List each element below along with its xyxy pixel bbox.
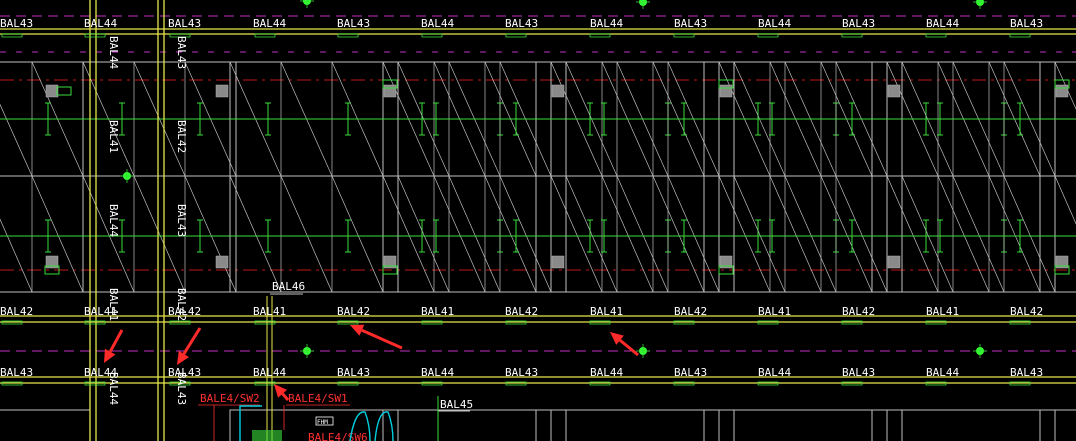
beam-label-middle: BAL41 <box>421 305 454 318</box>
beam-label-top: BAL43 <box>0 17 33 30</box>
cad-drawing-canvas[interactable]: BAL43 BAL44 BAL43 BAL44 BAL43 BAL44 BAL43 BAL44… <box>0 0 1076 441</box>
beam-label-vertical: BAL44 <box>107 204 120 237</box>
beam-label-bottom: BAL44 <box>253 366 286 379</box>
red-callout-sw6: BALE4/SW6 <box>308 431 368 441</box>
column-marker <box>551 84 565 98</box>
column-marker <box>45 84 59 98</box>
beam-label-top: BAL43 <box>505 17 538 30</box>
beam-label-bottom: BAL44 <box>590 366 623 379</box>
beam-label-bottom: BAL44 <box>926 366 959 379</box>
hatched-block <box>252 430 282 441</box>
beam-label-bottom: BAL44 <box>421 366 454 379</box>
beam-label-bottom: BAL43 <box>842 366 875 379</box>
beam-label-vertical: BAL44 <box>107 36 120 69</box>
column-marker <box>215 84 229 98</box>
beam-label-middle: BAL41 <box>590 305 623 318</box>
column-marker <box>1055 84 1069 98</box>
beam-label-top: BAL44 <box>590 17 623 30</box>
beam-label-middle: BAL42 <box>842 305 875 318</box>
beam-label-bottom: BAL43 <box>0 366 33 379</box>
beam-label-vertical: BAL42 <box>175 288 188 321</box>
column-marker <box>383 84 397 98</box>
beam-label-top: BAL43 <box>1010 17 1043 30</box>
beam-label-top: BAL43 <box>842 17 875 30</box>
beam-label-middle: BAL42 <box>674 305 707 318</box>
beam-label-top: BAL44 <box>84 17 117 30</box>
beam-label-bottom: BAL43 <box>674 366 707 379</box>
fhm-label: FHM <box>317 419 328 426</box>
beam-label-middle: BAL42 <box>337 305 370 318</box>
beam-label-middle: BAL42 <box>1010 305 1043 318</box>
beam-label-middle: BAL41 <box>926 305 959 318</box>
beam-label-bottom: BAL43 <box>505 366 538 379</box>
beam-label-bal45: BAL45 <box>440 398 473 411</box>
column-marker <box>551 255 565 269</box>
column-marker <box>887 84 901 98</box>
beam-label-top: BAL44 <box>926 17 959 30</box>
red-callout-sw1: BALE4/SW1 <box>288 392 348 405</box>
beam-label-top: BAL43 <box>337 17 370 30</box>
beam-label-top: BAL44 <box>421 17 454 30</box>
beam-label-top: BAL44 <box>253 17 286 30</box>
beam-label-vertical: BAL41 <box>107 120 120 153</box>
beam-label-vertical: BAL43 <box>175 36 188 69</box>
beam-label-middle: BAL41 <box>253 305 286 318</box>
column-marker <box>887 255 901 269</box>
beam-label-bal46: BAL46 <box>272 280 305 293</box>
beam-label-vertical: BAL41 <box>107 288 120 321</box>
beam-label-middle: BAL42 <box>0 305 33 318</box>
beam-label-top: BAL43 <box>674 17 707 30</box>
column-marker <box>215 255 229 269</box>
beam-label-top: BAL43 <box>168 17 201 30</box>
column-marker <box>719 84 733 98</box>
beam-label-vertical: BAL42 <box>175 120 188 153</box>
beam-label-vertical: BAL44 <box>107 372 120 405</box>
beam-label-middle: BAL41 <box>758 305 791 318</box>
beam-label-middle: BAL42 <box>505 305 538 318</box>
beam-label-bottom: BAL43 <box>1010 366 1043 379</box>
red-callout-sw2: BALE4/SW2 <box>200 392 260 405</box>
beam-label-top: BAL44 <box>758 17 791 30</box>
beam-label-bottom: BAL44 <box>758 366 791 379</box>
beam-label-bottom: BAL43 <box>337 366 370 379</box>
beam-label-vertical: BAL43 <box>175 204 188 237</box>
beam-label-vertical: BAL43 <box>175 372 188 405</box>
